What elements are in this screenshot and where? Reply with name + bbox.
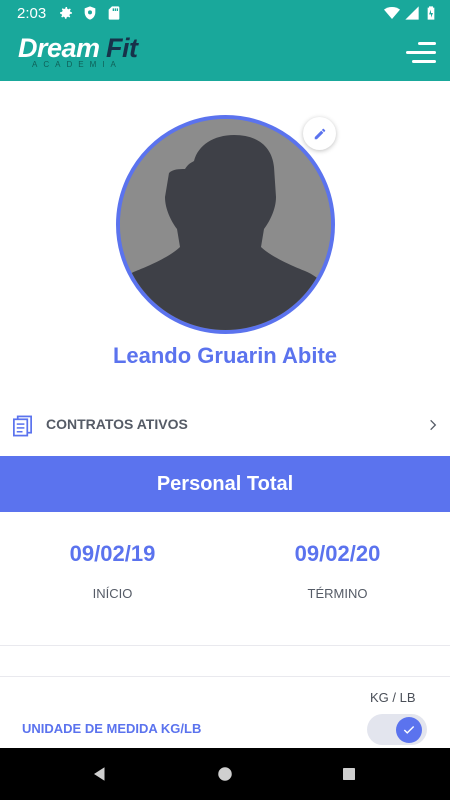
divider bbox=[0, 676, 450, 677]
person-silhouette-icon bbox=[120, 119, 331, 330]
gear-icon bbox=[58, 5, 74, 21]
logo-text-dream: Dream bbox=[18, 33, 100, 63]
pencil-icon bbox=[314, 128, 325, 139]
plan-banner: Personal Total bbox=[0, 456, 450, 512]
start-date-value: 09/02/19 bbox=[69, 541, 156, 566]
contracts-row[interactable]: CONTRATOS ATIVOS bbox=[0, 400, 450, 450]
end-date-value: 09/02/20 bbox=[294, 541, 381, 566]
edit-profile-button[interactable] bbox=[303, 117, 336, 150]
chevron-right-icon bbox=[430, 419, 437, 431]
end-date-label: TÉRMINO bbox=[307, 586, 368, 601]
app-header: 2:03 Dream Fit ACADEMIA bbox=[0, 0, 450, 81]
system-nav-bar bbox=[0, 748, 450, 800]
user-name: Leando Gruarin Abite bbox=[112, 343, 338, 368]
signal-icon bbox=[404, 5, 420, 21]
screen: 2:03 Dream Fit ACADEMIA Leando Gruarin A… bbox=[0, 0, 450, 800]
logo-text-fit: Fit bbox=[106, 33, 138, 63]
menu-icon[interactable] bbox=[404, 40, 436, 66]
wifi-icon bbox=[384, 5, 400, 21]
unit-header: KG / LB bbox=[370, 690, 416, 705]
battery-icon bbox=[423, 5, 439, 21]
status-bar: 2:03 bbox=[0, 0, 450, 26]
status-time: 2:03 bbox=[17, 5, 47, 22]
start-date-label: INÍCIO bbox=[92, 586, 133, 601]
profile-avatar[interactable] bbox=[116, 115, 335, 334]
recents-icon[interactable] bbox=[337, 762, 361, 786]
unit-toggle[interactable] bbox=[367, 714, 427, 745]
home-icon[interactable] bbox=[213, 762, 237, 786]
toggle-knob bbox=[396, 717, 422, 743]
unit-setting-label: UNIDADE DE MEDIDA KG/LB bbox=[22, 721, 202, 736]
contracts-label: CONTRATOS ATIVOS bbox=[46, 416, 188, 432]
start-date-block: 09/02/19 INÍCIO bbox=[0, 540, 225, 601]
plan-name: Personal Total bbox=[156, 472, 294, 495]
end-date-block: 09/02/20 TÉRMINO bbox=[225, 540, 450, 601]
logo: Dream Fit ACADEMIA bbox=[18, 33, 148, 73]
shield-icon bbox=[82, 5, 98, 21]
divider bbox=[0, 645, 450, 646]
documents-icon bbox=[13, 415, 32, 437]
back-icon[interactable] bbox=[88, 762, 112, 786]
sd-card-icon bbox=[106, 5, 122, 21]
check-icon bbox=[403, 726, 415, 734]
logo-subtitle: ACADEMIA bbox=[32, 60, 122, 69]
